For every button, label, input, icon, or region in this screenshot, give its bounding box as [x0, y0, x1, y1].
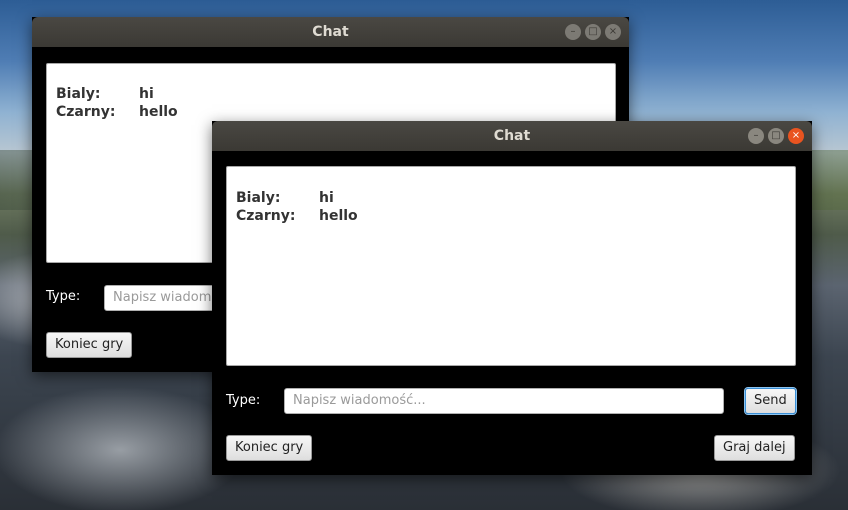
close-icon[interactable]: × — [605, 24, 621, 40]
type-label: Type: — [226, 393, 261, 408]
message-sender: Czarny: — [56, 104, 116, 120]
window-title: Chat — [312, 24, 349, 40]
close-icon[interactable]: × — [788, 128, 804, 144]
message-text: hi — [139, 86, 154, 102]
window-title: Chat — [493, 128, 531, 144]
type-label: Type: — [46, 289, 81, 304]
window-controls: – □ × — [748, 128, 804, 144]
window-titlebar[interactable]: Chat – □ × — [212, 121, 812, 151]
minimize-icon[interactable]: – — [565, 24, 581, 40]
message-text: hello — [139, 104, 178, 120]
send-button[interactable]: Send — [745, 388, 796, 414]
window-controls: – □ × — [565, 24, 621, 40]
message-sender: Czarny: — [236, 208, 296, 224]
minimize-icon[interactable]: – — [748, 128, 764, 144]
end-game-button[interactable]: Koniec gry — [46, 332, 133, 358]
message-text: hello — [319, 208, 358, 224]
message-text: hi — [319, 190, 334, 206]
chat-history[interactable]: Bialy: hi Czarny: hello — [226, 166, 796, 366]
window-titlebar[interactable]: Chat – □ × — [32, 17, 629, 47]
chat-window-front[interactable]: Chat – □ × Bialy: hi Czarny: hello Type:… — [212, 121, 812, 475]
message-input[interactable]: Napisz wiadomość... — [284, 388, 724, 414]
continue-game-button[interactable]: Graj dalej — [714, 435, 795, 461]
maximize-icon[interactable]: □ — [585, 24, 601, 40]
message-sender: Bialy: — [56, 86, 101, 102]
message-sender: Bialy: — [236, 190, 281, 206]
end-game-button[interactable]: Koniec gry — [226, 435, 313, 461]
maximize-icon[interactable]: □ — [768, 128, 784, 144]
